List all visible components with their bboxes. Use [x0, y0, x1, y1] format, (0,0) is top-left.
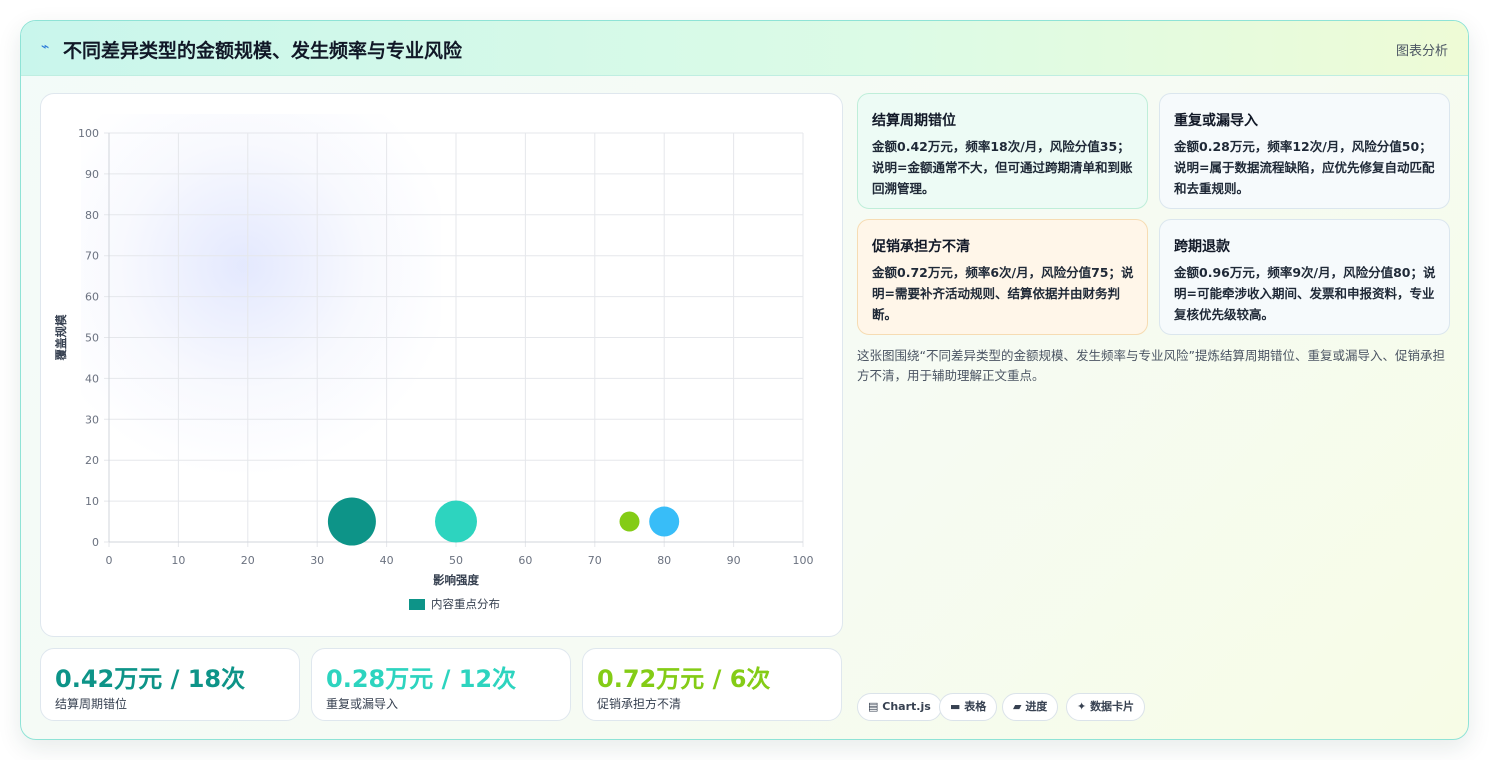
y-tick-label: 10: [85, 495, 99, 508]
x-axis-title: 影响强度: [433, 573, 479, 587]
lightning-icon: ⌁: [41, 39, 50, 55]
chip-label: 数据卡片: [1090, 700, 1135, 713]
x-tick-label: 70: [588, 554, 602, 567]
y-tick-label: 50: [85, 332, 99, 345]
chip-datacard[interactable]: ✦ 数据卡片: [1066, 693, 1146, 721]
bubble-chart[interactable]: 0 10 20 30 40 50 60 70 80 90 100 0 10 20 30 40 50 60 70 80 9…: [41, 94, 843, 637]
stat-value: 0.72万元 / 6次: [597, 665, 771, 693]
table-icon: ▬: [950, 700, 961, 713]
y-tick-label: 40: [85, 372, 99, 385]
y-axis-title: 覆盖规模: [54, 314, 68, 360]
stat-value: 0.42万元 / 18次: [55, 665, 246, 693]
card-header: ⌁ 不同差异类型的金额规模、发生频率与专业风险 图表分析: [21, 21, 1468, 76]
x-tick-label: 20: [241, 554, 255, 567]
chart-icon: ▤: [868, 700, 879, 713]
x-tick-label: 100: [793, 554, 814, 567]
bubble-point: [649, 506, 680, 537]
chip-chartjs[interactable]: ▤ Chart.js: [857, 693, 942, 721]
stat-label: 重复或漏导入: [326, 697, 399, 711]
stat-card-settlement: 0.42万元 / 18次 结算周期错位: [40, 648, 300, 721]
stat-card-duplicate: 0.28万元 / 12次 重复或漏导入: [311, 648, 571, 721]
info-card-title: 跨期退款: [1174, 239, 1230, 255]
bubble-chart-panel: 0 10 20 30 40 50 60 70 80 90 100 0 10 20 30 40 50 60 70 80 9…: [40, 93, 843, 637]
x-tick-label: 10: [171, 554, 185, 567]
chip-label: 表格: [964, 700, 987, 713]
x-tick-label: 30: [310, 554, 324, 567]
y-tick-label: 20: [85, 454, 99, 467]
x-tick-label: 50: [449, 554, 463, 567]
card-title: 不同差异类型的金额规模、发生频率与专业风险: [63, 40, 463, 62]
x-tick-label: 40: [380, 554, 394, 567]
y-tick-label: 90: [85, 168, 99, 181]
info-card-body: 金额0.42万元，频率18次/月，风险分值35；说明=金额通常不大，但可通过跨期…: [872, 139, 1133, 196]
progress-icon: ▰: [1013, 700, 1022, 713]
stat-value: 0.28万元 / 12次: [326, 665, 517, 693]
bubble-point: [435, 500, 477, 543]
info-card-promotion: 促销承担方不清 金额0.72万元，频率6次/月，风险分值75；说明=需要补齐活动…: [857, 219, 1148, 335]
chart-summary: 这张图围绕“不同差异类型的金额规模、发生频率与专业风险”提炼结算周期错位、重复或…: [857, 348, 1445, 383]
info-card-settlement: 结算周期错位 金额0.42万元，频率18次/月，风险分值35；说明=金额通常不大…: [857, 93, 1148, 209]
x-tick-label: 0: [106, 554, 113, 567]
bubble-point: [619, 511, 640, 532]
main-card: ⌁ 不同差异类型的金额规模、发生频率与专业风险 图表分析 0 10 20 30 40 50…: [20, 20, 1469, 740]
info-card-body: 金额0.28万元，频率12次/月，风险分值50；说明=属于数据流程缺陷，应优先修…: [1174, 139, 1435, 196]
stat-label: 结算周期错位: [55, 697, 128, 711]
stat-label: 促销承担方不清: [597, 697, 682, 711]
y-tick-label: 30: [85, 413, 99, 426]
x-tick-label: 60: [518, 554, 532, 567]
stat-card-promotion: 0.72万元 / 6次 促销承担方不清: [582, 648, 842, 721]
legend-label: 内容重点分布: [431, 597, 500, 611]
y-tick-label: 100: [78, 127, 99, 140]
y-tick-label: 0: [92, 536, 99, 549]
x-tick-label: 90: [727, 554, 741, 567]
legend-swatch: [409, 599, 425, 610]
info-card-title: 促销承担方不清: [872, 239, 970, 255]
chip-label: 进度: [1025, 700, 1048, 713]
chip-label: Chart.js: [882, 700, 931, 713]
info-card-refund: 跨期退款 金额0.96万元，频率9次/月，风险分值80；说明=可能牵涉收入期间、…: [1159, 219, 1450, 335]
info-card-body: 金额0.96万元，频率9次/月，风险分值80；说明=可能牵涉收入期间、发票和申报…: [1174, 265, 1436, 322]
chart-analysis-tag[interactable]: 图表分析: [1396, 40, 1448, 59]
info-card-body: 金额0.72万元，频率6次/月，风险分值75；说明=需要补齐活动规则、结算依据并…: [872, 265, 1134, 322]
chip-table[interactable]: ▬ 表格: [939, 693, 998, 721]
chip-progress[interactable]: ▰ 进度: [1002, 693, 1059, 721]
info-card-title: 结算周期错位: [872, 113, 956, 129]
bubble-point: [327, 497, 376, 546]
x-tick-label: 80: [657, 554, 671, 567]
info-card-duplicate: 重复或漏导入 金额0.28万元，频率12次/月，风险分值50；说明=属于数据流程…: [1159, 93, 1450, 209]
sparkle-icon: ✦: [1077, 700, 1087, 713]
y-tick-label: 70: [85, 250, 99, 263]
y-tick-label: 80: [85, 209, 99, 222]
y-tick-label: 60: [85, 291, 99, 304]
info-card-title: 重复或漏导入: [1174, 113, 1258, 129]
